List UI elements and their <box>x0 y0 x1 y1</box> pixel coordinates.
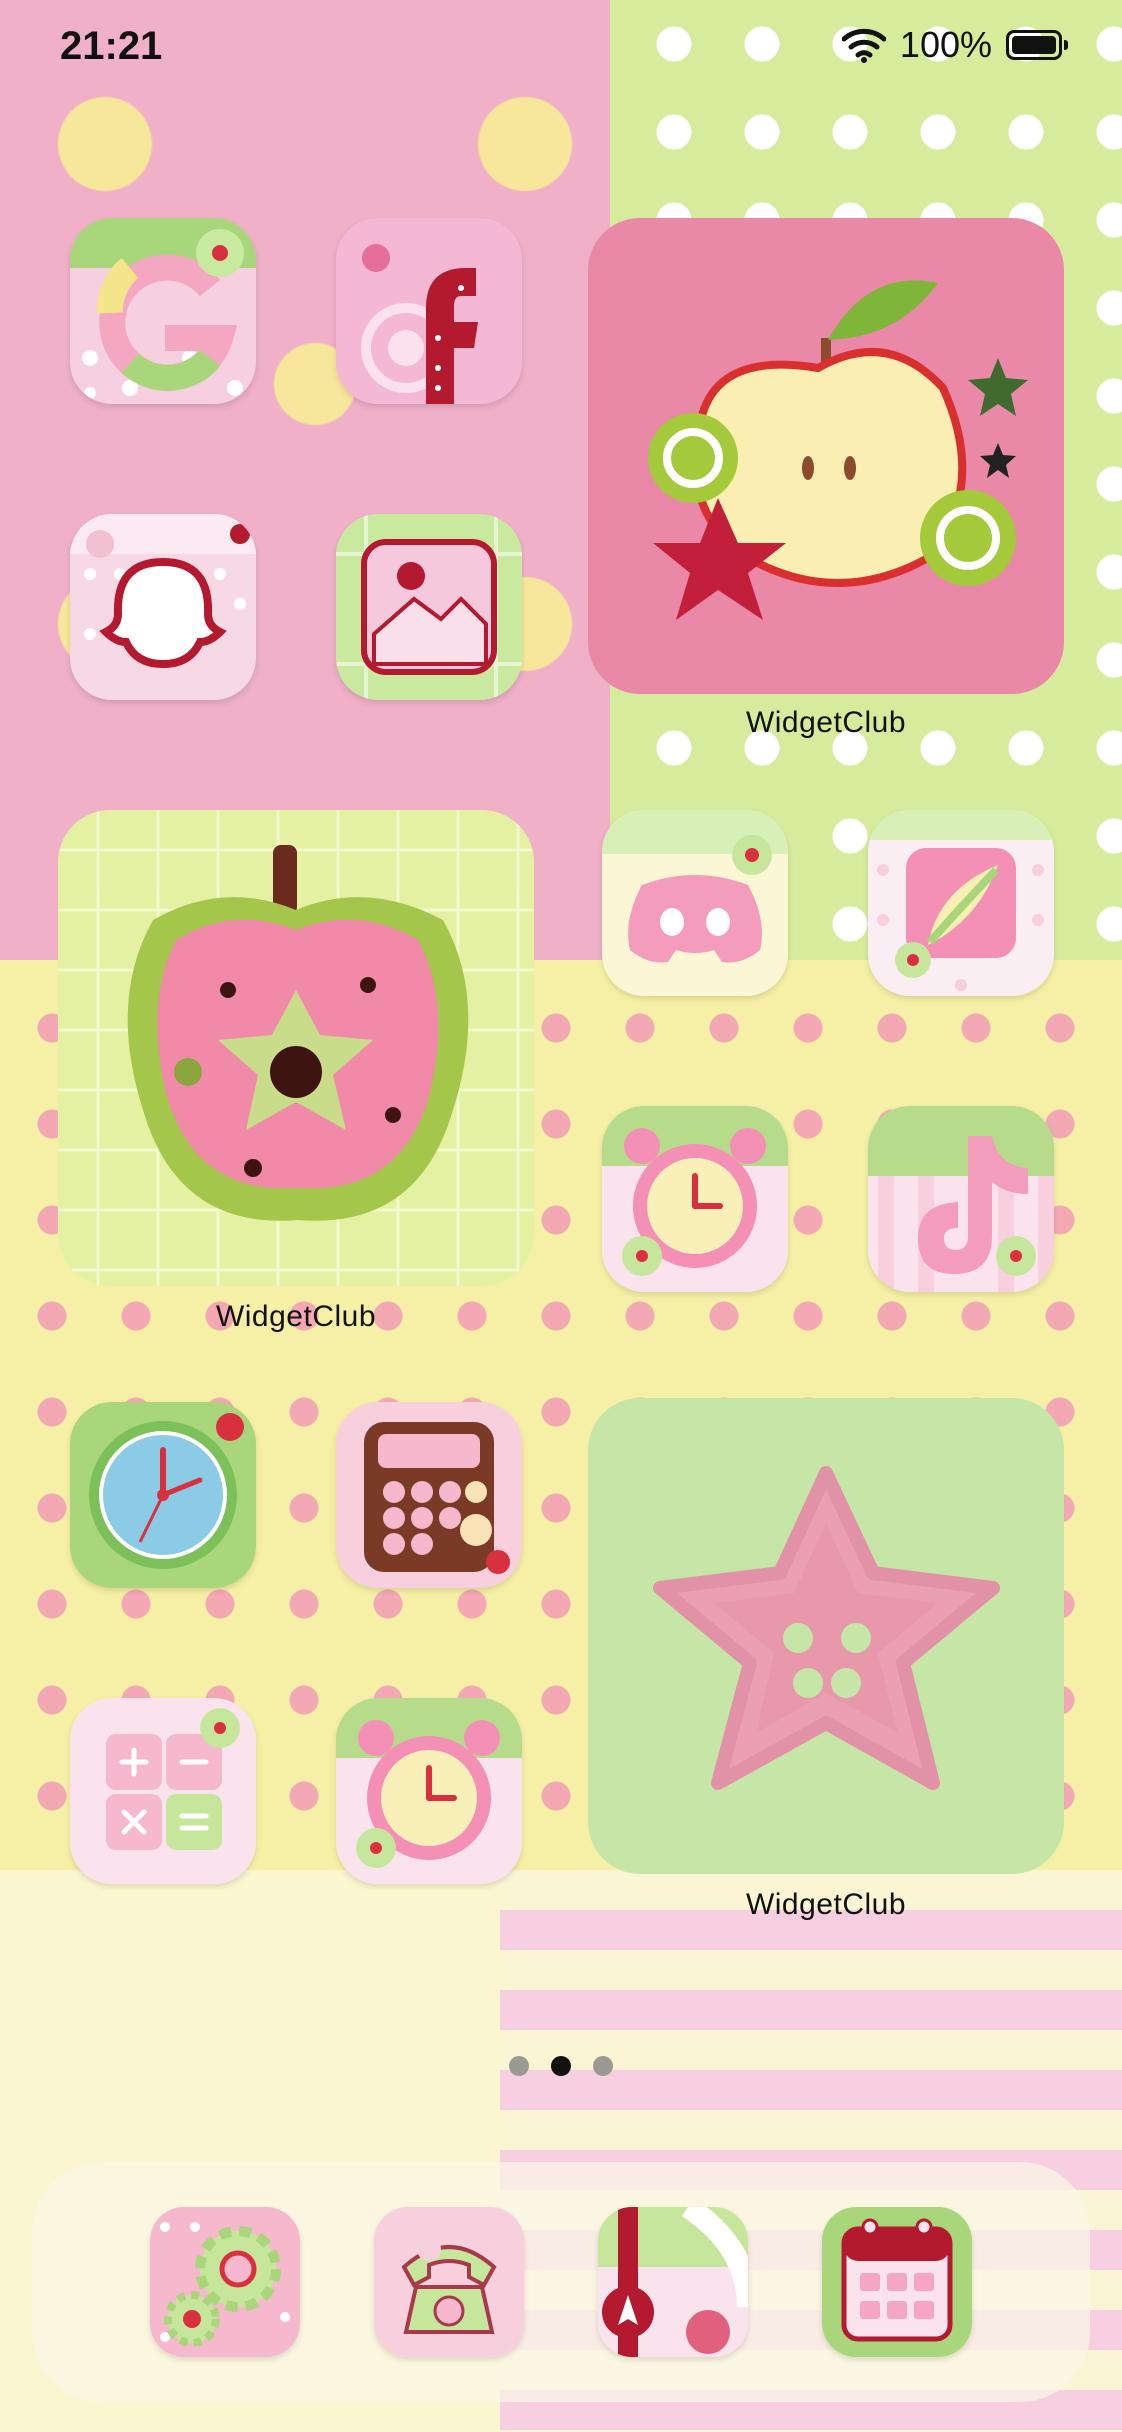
snapchat-app-icon[interactable] <box>70 514 256 700</box>
status-indicators: 100% <box>841 24 1068 66</box>
page-dot-active[interactable] <box>551 2056 571 2076</box>
procreate-app-icon[interactable] <box>868 810 1054 996</box>
tiktok-app-icon[interactable] <box>868 1106 1054 1292</box>
apple-slice-widget[interactable] <box>588 218 1064 694</box>
calculator-grid-app-icon[interactable] <box>70 1698 256 1884</box>
facebook-app-icon[interactable] <box>336 218 522 404</box>
page-dot[interactable] <box>509 2056 529 2076</box>
widget-label: WidgetClub <box>215 1300 377 1333</box>
settings-app-icon[interactable] <box>150 2207 300 2357</box>
clock-face-app-icon[interactable] <box>70 1402 256 1588</box>
battery-icon <box>1006 30 1068 60</box>
clock-app-icon[interactable] <box>602 1106 788 1292</box>
page-indicator[interactable] <box>0 2056 1122 2076</box>
star-button-widget[interactable] <box>588 1398 1064 1874</box>
alarm-app-icon[interactable] <box>336 1698 522 1884</box>
maps-app-icon[interactable] <box>598 2207 748 2357</box>
page-dot[interactable] <box>593 2056 613 2076</box>
discord-app-icon[interactable] <box>602 810 788 996</box>
photos-app-icon[interactable] <box>336 514 522 700</box>
widget-label: WidgetClub <box>745 706 907 739</box>
battery-percentage: 100% <box>899 24 992 65</box>
quilted-apple-widget[interactable] <box>58 810 534 1286</box>
google-app-icon[interactable] <box>70 218 256 404</box>
phone-app-icon[interactable] <box>374 2207 524 2357</box>
widget-label: WidgetClub <box>745 1888 907 1921</box>
wifi-icon <box>841 28 886 63</box>
dock <box>32 2162 1090 2402</box>
status-time: 21:21 <box>60 24 163 68</box>
calculator-app-icon[interactable] <box>336 1402 522 1588</box>
calendar-app-icon[interactable] <box>822 2207 972 2357</box>
